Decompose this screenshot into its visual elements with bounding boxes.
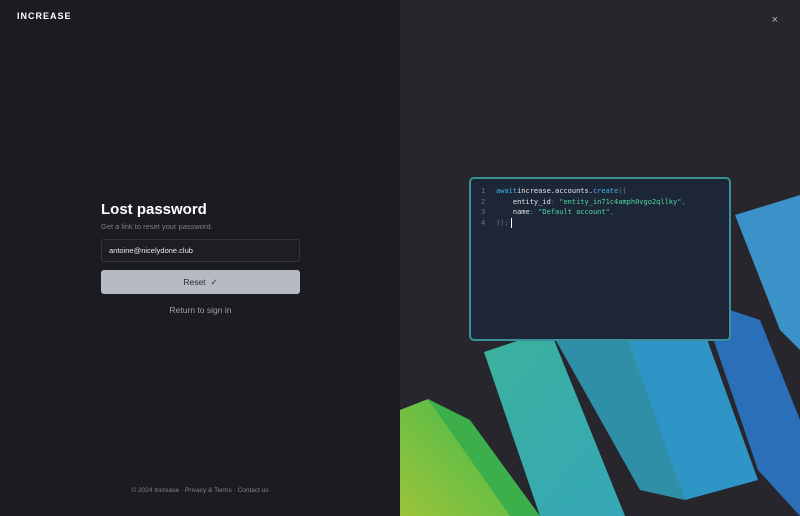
lost-password-form: Lost password Get a link to reset your p…	[101, 201, 300, 315]
contact-link[interactable]: Contact us	[238, 487, 269, 494]
code-token: name	[496, 208, 530, 217]
reset-button[interactable]: Reset ✓	[101, 270, 300, 294]
code-token: });	[496, 218, 509, 227]
page-title: Lost password	[101, 201, 207, 218]
text-cursor	[510, 217, 513, 228]
page-subtitle: Get a link to reset your password.	[101, 222, 213, 231]
code-token: ({	[618, 187, 627, 196]
code-line: 3 name: "Default account",	[481, 207, 729, 218]
code-token: create	[592, 187, 619, 196]
email-field[interactable]: antoine@nicelydone.club	[101, 239, 300, 262]
footer: © 2024 Increase · Privacy & Terms · Cont…	[0, 487, 400, 494]
line-number: 4	[481, 218, 486, 227]
line-number: 1	[481, 187, 486, 196]
line-number: 3	[481, 208, 486, 217]
separator: ·	[180, 487, 184, 494]
illustration-panel: 1 await increase.accounts. create({ 2 enti…	[400, 0, 800, 516]
check-icon: ✓	[210, 276, 218, 287]
reset-label: Reset	[183, 277, 206, 287]
increase-logo[interactable]: INCREASE	[17, 11, 72, 21]
return-to-sign-in-link[interactable]: Return to sign in	[101, 305, 300, 315]
privacy-link[interactable]: Privacy & Terms	[185, 487, 232, 494]
code-token: increase.accounts.	[517, 187, 593, 196]
code-token: "entity_in71c4amph0vgo2qllky"	[559, 197, 682, 206]
sign-in-panel: INCREASE Lost password Get a link to res…	[0, 0, 400, 516]
code-token: :	[529, 208, 539, 217]
code-token: await	[496, 187, 518, 196]
code-line: 1 await increase.accounts. create({	[481, 186, 729, 197]
code-editor[interactable]: 1 await increase.accounts. create({ 2 enti…	[469, 177, 731, 341]
close-icon[interactable]: ×	[772, 14, 778, 26]
separator: ·	[233, 487, 236, 494]
code-token: ,	[609, 208, 615, 217]
code-token: ,	[681, 197, 686, 206]
code-line: 4});	[481, 217, 729, 229]
code-token: "Default account"	[538, 208, 610, 217]
code-token: :	[550, 197, 560, 206]
code-line: 2 entity_id: "entity_in71c4amph0vgo2qllk…	[481, 197, 729, 208]
line-number: 2	[481, 197, 486, 206]
code-token: entity_id	[496, 197, 551, 206]
copyright: © 2024 Increase	[131, 487, 180, 494]
